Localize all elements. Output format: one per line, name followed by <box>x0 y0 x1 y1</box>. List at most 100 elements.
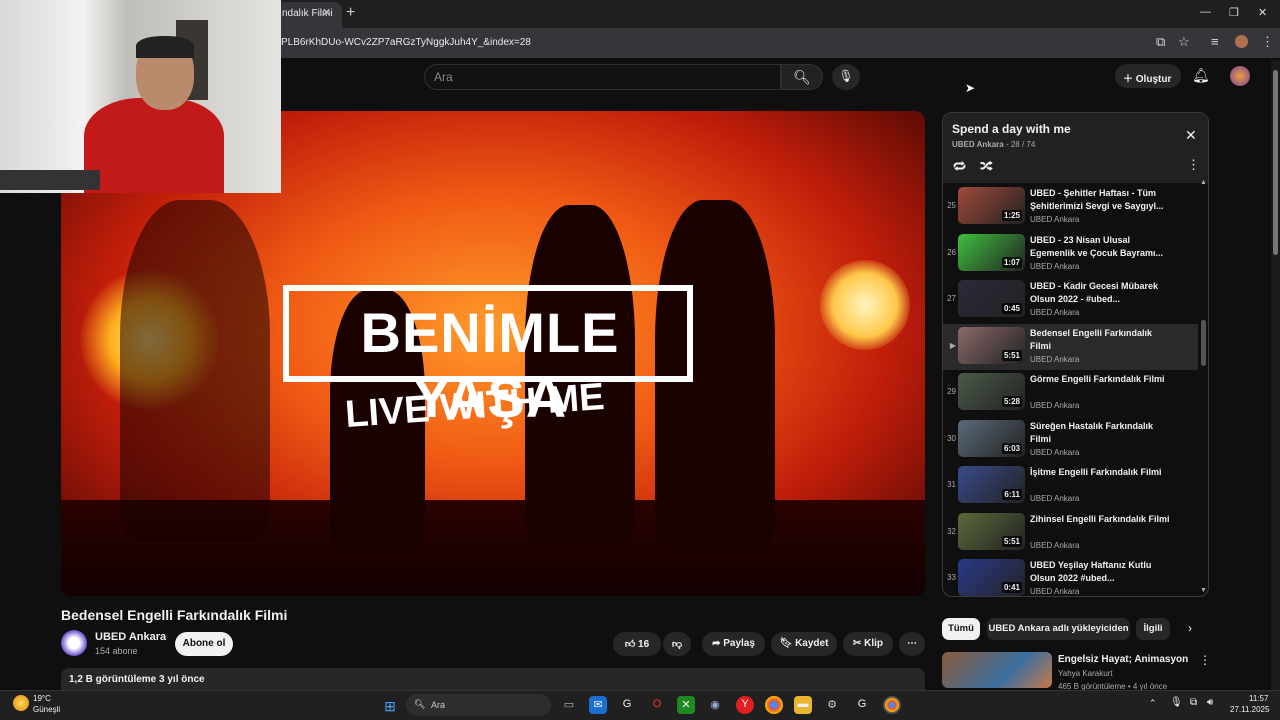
xbox-icon[interactable]: ✕ <box>677 696 695 714</box>
user-avatar[interactable] <box>1230 66 1250 86</box>
bookmark-star-icon[interactable]: ☆ <box>1178 34 1190 50</box>
scroll-up-icon[interactable]: ▲ <box>1200 179 1207 186</box>
profile-avatar[interactable] <box>1235 35 1248 48</box>
playlist-item-thumbnail[interactable]: 5:51 <box>958 512 1025 550</box>
close-window-icon[interactable]: ✕ <box>1258 6 1267 19</box>
search-button[interactable]: 🔍︎ <box>781 64 823 90</box>
playlist-item-title[interactable]: UBED - 23 Nisan Ulusal Egemenlik ve Çocu… <box>1030 234 1175 260</box>
chevron-up-icon[interactable]: ⌃ <box>1149 698 1157 709</box>
new-tab-icon[interactable]: + <box>346 4 355 22</box>
weather-temperature[interactable]: 19°C <box>33 694 51 703</box>
minimize-icon[interactable]: — <box>1200 6 1211 18</box>
kebab-menu-icon[interactable]: ⋮ <box>1199 653 1211 667</box>
install-icon[interactable]: ⧉ <box>1156 34 1165 50</box>
chevron-right-icon[interactable]: › <box>1188 621 1192 635</box>
browser-tab[interactable]: ndalık Filmi <box>276 2 342 28</box>
media-icon[interactable]: ≡ <box>1211 34 1219 49</box>
like-button[interactable]: 👍︎ 16 <box>613 632 661 656</box>
save-button[interactable]: 🔖︎ Kaydet <box>771 632 837 656</box>
playlist-item[interactable]: 33 0:41 UBED Yeşilay Haftanız Kutlu Olsun … <box>943 556 1198 602</box>
subscribe-button[interactable]: Abone ol <box>175 632 233 656</box>
task-view-icon[interactable]: ▭ <box>560 696 578 714</box>
playlist-item-thumbnail[interactable]: 5:28 <box>958 373 1025 410</box>
playlist-item-thumbnail[interactable]: 1:07 <box>958 233 1025 271</box>
playlist-item[interactable]: 29 5:28 Görme Engelli Farkındalık Filmi UBE… <box>943 370 1198 416</box>
playlist-channel[interactable]: UBED Ankara <box>952 140 1004 149</box>
windows-start-icon[interactable]: ⊞ <box>381 696 399 714</box>
playlist-item[interactable]: 31 6:11 İşitme Engelli Farkındalık Filmi UB… <box>943 463 1198 509</box>
yandex-icon[interactable]: Y <box>736 696 754 714</box>
video-title: Bedensel Engelli Farkındalık Filmi <box>61 607 288 623</box>
file-explorer-icon[interactable]: ▬ <box>794 696 812 714</box>
taskbar-search[interactable] <box>406 694 551 716</box>
page-scrollbar-thumb[interactable] <box>1273 70 1278 255</box>
playlist-item-title[interactable]: UBED - Kadir Gecesi Mübarek Olsun 2022 -… <box>1030 280 1175 306</box>
channel-name[interactable]: UBED Ankara <box>95 631 166 643</box>
playlist-item[interactable]: 27 0:45 UBED - Kadir Gecesi Mübarek Olsun … <box>943 277 1198 323</box>
recommendation-title[interactable]: Engelsiz Hayat; Animasyon <box>1058 654 1188 665</box>
playlist-item-channel: UBED Ankara <box>1030 215 1080 224</box>
playlist-item[interactable]: 25 1:25 UBED - Şehitler Haftası - Tüm Şehi… <box>943 184 1198 230</box>
playlist-item-index: 32 <box>947 526 956 536</box>
weather-sun-icon[interactable] <box>13 695 29 711</box>
recommendation-thumbnail[interactable] <box>942 652 1052 688</box>
volume-icon[interactable]: 🔊︎ <box>1207 697 1213 708</box>
playlist-item-title[interactable]: UBED Yeşilay Haftanız Kutlu Olsun 2022 #… <box>1030 559 1175 585</box>
playlist-item-title[interactable]: Süreğen Hastalık Farkındalık Filmi <box>1030 420 1175 446</box>
views-and-date: 1,2 B görüntüleme 3 yıl önce <box>69 674 205 685</box>
playlist-item[interactable]: ▶ 5:51 Bedensel Engelli Farkındalık Filmi U… <box>943 323 1198 370</box>
create-button[interactable]: ＋ Oluştur <box>1115 64 1181 88</box>
playlist-item-thumbnail[interactable]: 1:25 <box>958 187 1025 224</box>
dislike-button[interactable]: 👎︎ <box>663 632 691 656</box>
shuffle-icon[interactable]: 🔀︎ <box>980 157 993 176</box>
playlist-item-channel: UBED Ankara <box>1030 354 1080 364</box>
chip-from-uploader[interactable]: UBED Ankara adlı yükleyiciden <box>987 618 1130 640</box>
app-icon[interactable]: ⚙ <box>823 696 841 714</box>
microphone-icon[interactable]: 🎙︎ <box>1170 697 1183 708</box>
clock-time[interactable]: 11:57 <box>1249 694 1268 703</box>
playlist-item-title[interactable]: İşitme Engelli Farkındalık Filmi <box>1030 466 1175 479</box>
subscriber-count: 154 abone <box>95 646 138 656</box>
url-text[interactable]: PLB6rKhDUo-WCv2ZP7aRGzTyNggkJuh4Y_&index… <box>281 37 531 48</box>
search-input[interactable] <box>424 64 781 90</box>
app-icon[interactable]: G <box>618 696 636 714</box>
weather-condition[interactable]: Güneşli <box>33 705 60 714</box>
playlist-scrollbar[interactable] <box>1201 320 1206 366</box>
network-icon[interactable]: ⧉ <box>1190 697 1197 708</box>
scroll-down-icon[interactable]: ▼ <box>1200 587 1207 594</box>
playlist-item-title[interactable]: Bedensel Engelli Farkındalık Filmi <box>1030 327 1175 353</box>
chrome-icon[interactable] <box>765 696 783 714</box>
playlist-item-thumbnail[interactable]: 5:51 <box>958 326 1025 364</box>
share-button[interactable]: ➦ Paylaş <box>702 632 765 656</box>
kebab-menu-icon[interactable]: ⋮ <box>1261 34 1274 50</box>
tab-close-icon[interactable]: ✕ <box>322 6 331 19</box>
playlist-item[interactable]: 32 5:51 Zihinsel Engelli Farkındalık Filmi… <box>943 510 1198 556</box>
playlist-item-thumbnail[interactable]: 0:45 <box>958 280 1025 317</box>
opera-icon[interactable]: O <box>648 696 666 714</box>
playlist-item-thumbnail[interactable]: 6:03 <box>958 419 1025 457</box>
channel-avatar[interactable] <box>61 630 87 656</box>
notifications-bell-icon[interactable]: 🔔︎ <box>1192 67 1210 84</box>
close-icon[interactable]: ✕ <box>1185 127 1197 144</box>
voice-search-button[interactable]: 🎙︎ <box>832 64 860 90</box>
more-actions-button[interactable]: ⋯ <box>899 632 925 656</box>
restore-icon[interactable]: ❐ <box>1229 6 1239 19</box>
steam-icon[interactable]: ◉ <box>706 696 724 714</box>
chip-all[interactable]: Tümü <box>942 618 980 640</box>
chrome-active-icon[interactable] <box>883 696 901 714</box>
playlist-item-title[interactable]: Zihinsel Engelli Farkındalık Filmi <box>1030 513 1175 526</box>
playlist-title[interactable]: Spend a day with me <box>952 122 1071 136</box>
clip-button[interactable]: ✂ Klip <box>843 632 893 656</box>
outlook-icon[interactable]: ✉ <box>589 696 607 714</box>
playlist-item-title[interactable]: Görme Engelli Farkındalık Filmi <box>1030 373 1175 386</box>
clock-date[interactable]: 27.11.2025 <box>1230 705 1269 714</box>
playlist-item[interactable]: 26 1:07 UBED - 23 Nisan Ulusal Egemenlik v… <box>943 231 1198 277</box>
chip-related[interactable]: İlgili <box>1136 618 1170 640</box>
playlist-item-title[interactable]: UBED - Şehitler Haftası - Tüm Şehitlerim… <box>1030 187 1175 213</box>
app-icon[interactable]: G <box>853 696 871 714</box>
kebab-menu-icon[interactable]: ⋮ <box>1187 157 1200 173</box>
playlist-item[interactable]: 30 6:03 Süreğen Hastalık Farkındalık Filmi… <box>943 417 1198 463</box>
playlist-item-thumbnail[interactable]: 0:41 <box>958 559 1025 596</box>
loop-icon[interactable]: 🔁︎ <box>953 157 966 176</box>
playlist-item-thumbnail[interactable]: 6:11 <box>958 466 1025 503</box>
